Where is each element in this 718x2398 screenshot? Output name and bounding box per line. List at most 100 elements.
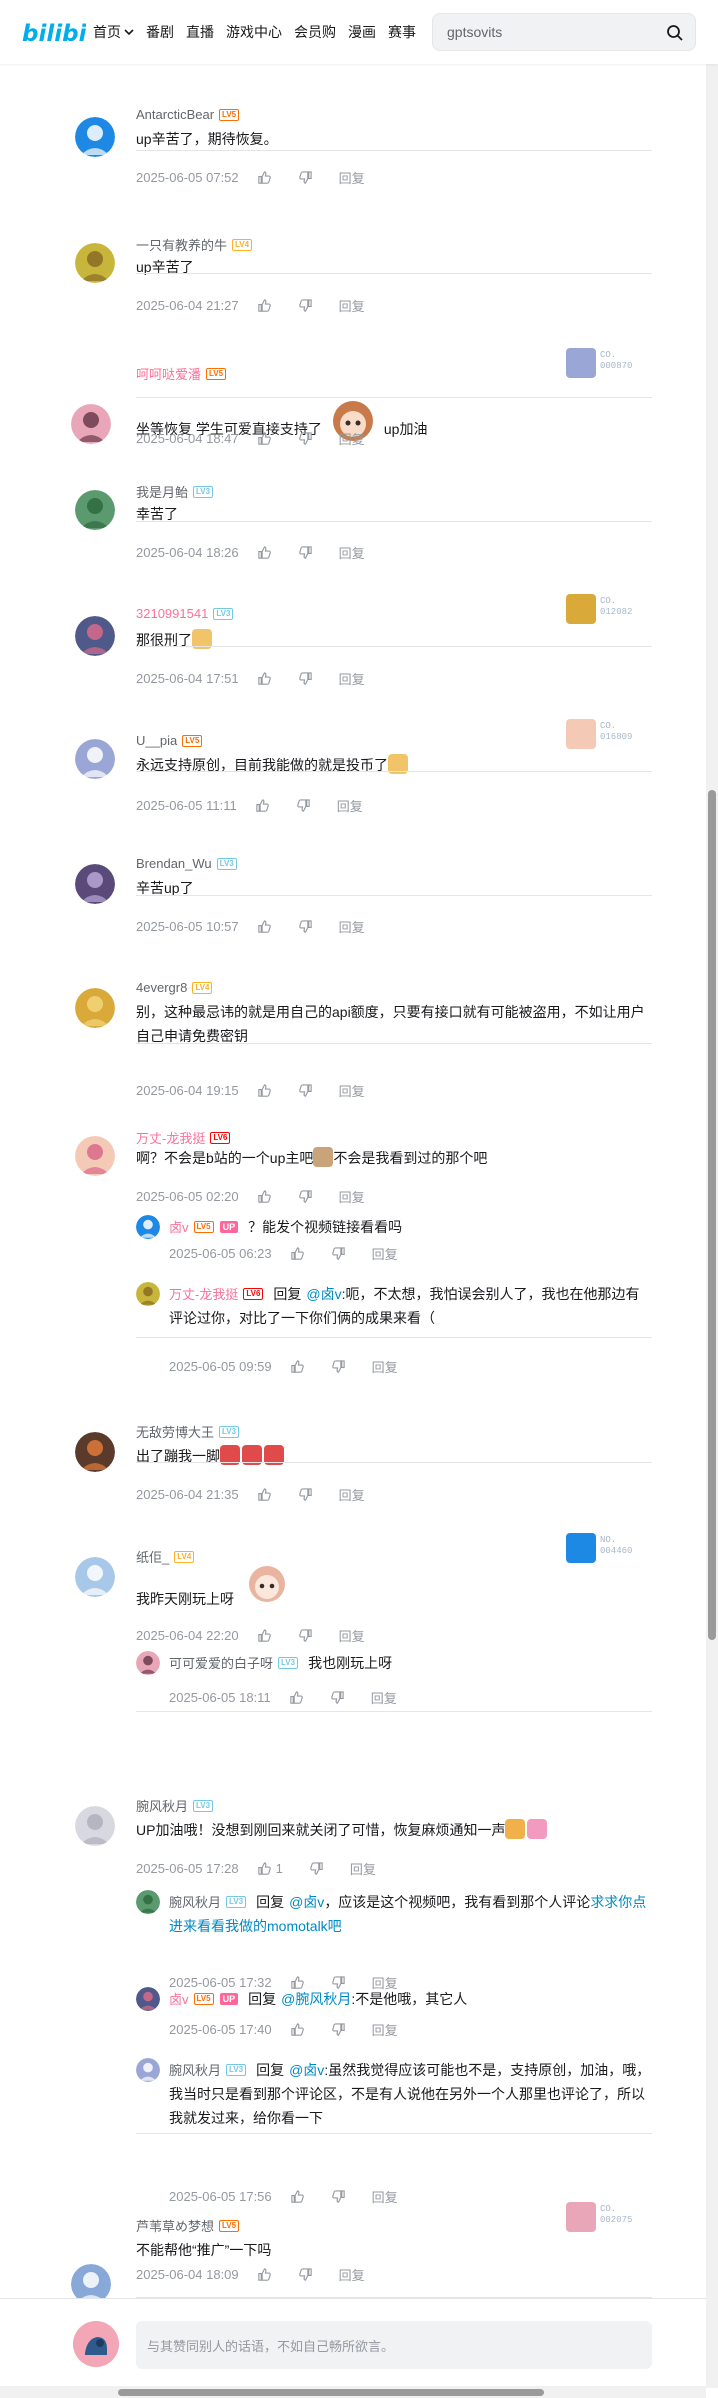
like-button[interactable] [257,1189,272,1204]
comment-username[interactable]: 一只有教养的牛 LV4 [136,235,253,254]
comment-username[interactable]: 芦苇草め梦想 LV5 [136,2216,240,2235]
avatar[interactable] [75,864,115,904]
vertical-scrollbar-thumb[interactable] [708,790,716,1640]
avatar[interactable] [71,404,111,444]
nav-anime[interactable]: 番剧 [146,22,174,42]
nav-mall[interactable]: 会员购 [294,22,336,42]
like-button[interactable] [257,431,272,446]
reply-button[interactable]: 回复 [339,917,365,936]
like-button[interactable] [257,919,272,934]
reply-button[interactable]: 回复 [339,1485,365,1504]
comment-username[interactable]: 3210991541 LV3 [136,606,234,621]
reply-button[interactable]: 回复 [372,1244,398,1263]
like-button[interactable] [257,1487,272,1502]
reply-button[interactable]: 回复 [339,296,365,315]
avatar[interactable] [73,2321,119,2367]
search-input[interactable] [447,14,647,50]
comment-username[interactable]: 无敌劳博大王 LV3 [136,1422,240,1441]
avatar[interactable] [136,1987,160,2011]
avatar[interactable] [75,243,115,283]
fan-badge-card[interactable]: CO. 012082 [566,594,656,626]
dislike-button[interactable] [331,2022,346,2037]
avatar[interactable] [75,490,115,530]
comment-username[interactable]: 纸佢_ LV4 [136,1547,195,1566]
dislike-button[interactable] [330,1690,345,1705]
avatar[interactable] [136,2058,160,2082]
like-button[interactable] [290,1246,305,1261]
comment-username[interactable]: 腕风秋月 LV3 [136,1796,214,1815]
comment-username[interactable]: AntarcticBear LV5 [136,107,240,122]
nav-live[interactable]: 直播 [186,22,214,42]
like-button[interactable] [289,1690,304,1705]
dislike-button[interactable] [331,1246,346,1261]
fan-badge-card[interactable]: CO. 000870 [566,348,656,380]
dislike-button[interactable] [298,1487,313,1502]
reply-button[interactable]: 回复 [337,796,363,815]
avatar[interactable] [75,616,115,656]
like-button[interactable] [257,1628,272,1643]
horizontal-scrollbar-thumb[interactable] [118,2389,544,2396]
avatar[interactable] [75,1806,115,1846]
like-button[interactable] [257,545,272,560]
comment-input[interactable]: 与其赞同别人的话语，不如自己畅所欲言。 [136,2321,652,2369]
dislike-button[interactable] [298,919,313,934]
fan-badge-card[interactable]: CO. 016809 [566,719,656,751]
dislike-button[interactable] [298,2267,313,2282]
reply-button[interactable]: 回复 [339,2265,365,2284]
comment-username[interactable]: 4evergr8 LV4 [136,980,213,995]
avatar[interactable] [75,988,115,1028]
like-button[interactable] [257,298,272,313]
reply-button[interactable]: 回复 [372,2020,398,2039]
reply-button[interactable]: 回复 [372,1357,398,1376]
like-button[interactable]: 1 [257,1861,283,1876]
dislike-button[interactable] [298,671,313,686]
dislike-button[interactable] [298,1628,313,1643]
like-button[interactable] [257,1083,272,1098]
dislike-button[interactable] [296,798,311,813]
reply-button[interactable]: 回复 [339,429,365,448]
dislike-button[interactable] [298,545,313,560]
avatar[interactable] [136,1890,160,1914]
dislike-button[interactable] [331,2189,346,2204]
mention-link[interactable]: @卤v [306,1286,341,1302]
avatar[interactable] [75,1432,115,1472]
nav-home[interactable]: 首页 [93,22,134,42]
avatar[interactable] [75,1136,115,1176]
like-button[interactable] [290,2189,305,2204]
dislike-button[interactable] [298,298,313,313]
nav-esports[interactable]: 赛事 [388,22,416,42]
reply-button[interactable]: 回复 [339,1187,365,1206]
dislike-button[interactable] [298,1189,313,1204]
avatar[interactable] [75,739,115,779]
reply-button[interactable]: 回复 [339,543,365,562]
mention-link[interactable]: @卤v [289,2062,324,2078]
nav-manga[interactable]: 漫画 [348,22,376,42]
like-button[interactable] [257,170,272,185]
reply-button[interactable]: 回复 [339,669,365,688]
like-button[interactable] [290,2022,305,2037]
search-button[interactable] [661,19,689,47]
comment-username[interactable]: U__pia LV5 [136,733,203,748]
dislike-button[interactable] [309,1861,324,1876]
reply-button[interactable]: 回复 [339,1626,365,1645]
like-button[interactable] [290,1359,305,1374]
reply-button[interactable]: 回复 [339,1081,365,1100]
avatar[interactable] [136,1651,160,1675]
fan-badge-card[interactable]: NO. 004460 [566,1533,656,1565]
dislike-button[interactable] [298,1083,313,1098]
comment-username[interactable]: 呵呵哒爱潘 LV5 [136,364,227,383]
avatar[interactable] [136,1215,160,1239]
reply-button[interactable]: 回复 [339,168,365,187]
fan-badge-card[interactable]: CO. 002075 [566,2202,656,2234]
avatar[interactable] [75,1557,115,1597]
mention-link[interactable]: @腕风秋月 [281,1991,351,2007]
like-button[interactable] [255,798,270,813]
comment-username[interactable]: Brendan_Wu LV3 [136,856,237,871]
dislike-button[interactable] [298,170,313,185]
comment-username[interactable]: 万丈-龙我挺 LV6 [136,1128,231,1147]
dislike-button[interactable] [331,1359,346,1374]
bilibili-logo[interactable]: bilibili [22,14,86,50]
reply-button[interactable]: 回复 [372,2187,398,2206]
dislike-button[interactable] [298,431,313,446]
avatar[interactable] [136,1282,160,1306]
